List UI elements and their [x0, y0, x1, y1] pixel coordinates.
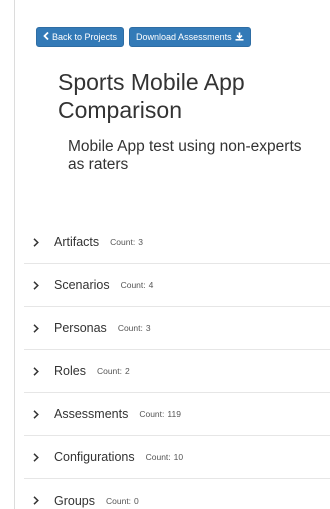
section-label: Groups	[54, 493, 95, 508]
section-scenarios[interactable]: Scenarios Count: 4	[24, 264, 330, 307]
chevron-right-icon	[33, 280, 45, 290]
chevron-right-icon	[33, 452, 45, 462]
section-count: Count: 3	[117, 323, 151, 333]
section-list: Artifacts Count: 3 Scenarios Count: 4 Pers…	[24, 221, 330, 509]
page-title: Sports Mobile App Comparison	[58, 69, 245, 123]
project-description: Mobile App test using non-experts as rat…	[68, 138, 302, 173]
section-groups[interactable]: Groups Count: 0	[24, 479, 330, 509]
section-count: Count: 10	[145, 452, 184, 462]
section-roles[interactable]: Roles Count: 2	[24, 350, 330, 393]
section-artifacts[interactable]: Artifacts Count: 3	[24, 221, 330, 264]
project-page: Back to Projects Download Assessments Sp…	[0, 0, 330, 509]
section-label: Configurations	[54, 450, 135, 464]
section-label: Artifacts	[54, 235, 100, 249]
download-assessments-label: Download Assessments	[136, 32, 232, 42]
toolbar: Back to Projects Download Assessments	[36, 27, 251, 47]
chevron-right-icon	[33, 496, 45, 505]
chevron-right-icon	[33, 366, 45, 376]
section-label: Roles	[54, 364, 86, 378]
section-label: Assessments	[54, 407, 129, 421]
download-icon	[235, 32, 244, 43]
section-count: Count: 3	[110, 237, 143, 247]
section-configurations[interactable]: Configurations Count: 10	[24, 436, 330, 479]
chevron-right-icon	[33, 237, 45, 247]
back-to-projects-button[interactable]: Back to Projects	[36, 27, 125, 47]
download-assessments-button[interactable]: Download Assessments	[129, 27, 251, 47]
section-count: Count: 2	[96, 366, 130, 376]
section-assessments[interactable]: Assessments Count: 119	[24, 393, 330, 436]
chevron-right-icon	[33, 323, 45, 333]
chevron-left-icon	[43, 31, 49, 42]
chevron-right-icon	[33, 409, 45, 419]
section-count: Count: 0	[106, 495, 139, 506]
section-count: Count: 119	[139, 409, 181, 419]
back-to-projects-label: Back to Projects	[52, 32, 118, 42]
section-label: Personas	[54, 321, 107, 335]
section-personas[interactable]: Personas Count: 3	[24, 307, 330, 350]
section-label: Scenarios	[54, 278, 110, 292]
left-divider	[14, 0, 15, 509]
section-count: Count: 4	[120, 280, 154, 290]
